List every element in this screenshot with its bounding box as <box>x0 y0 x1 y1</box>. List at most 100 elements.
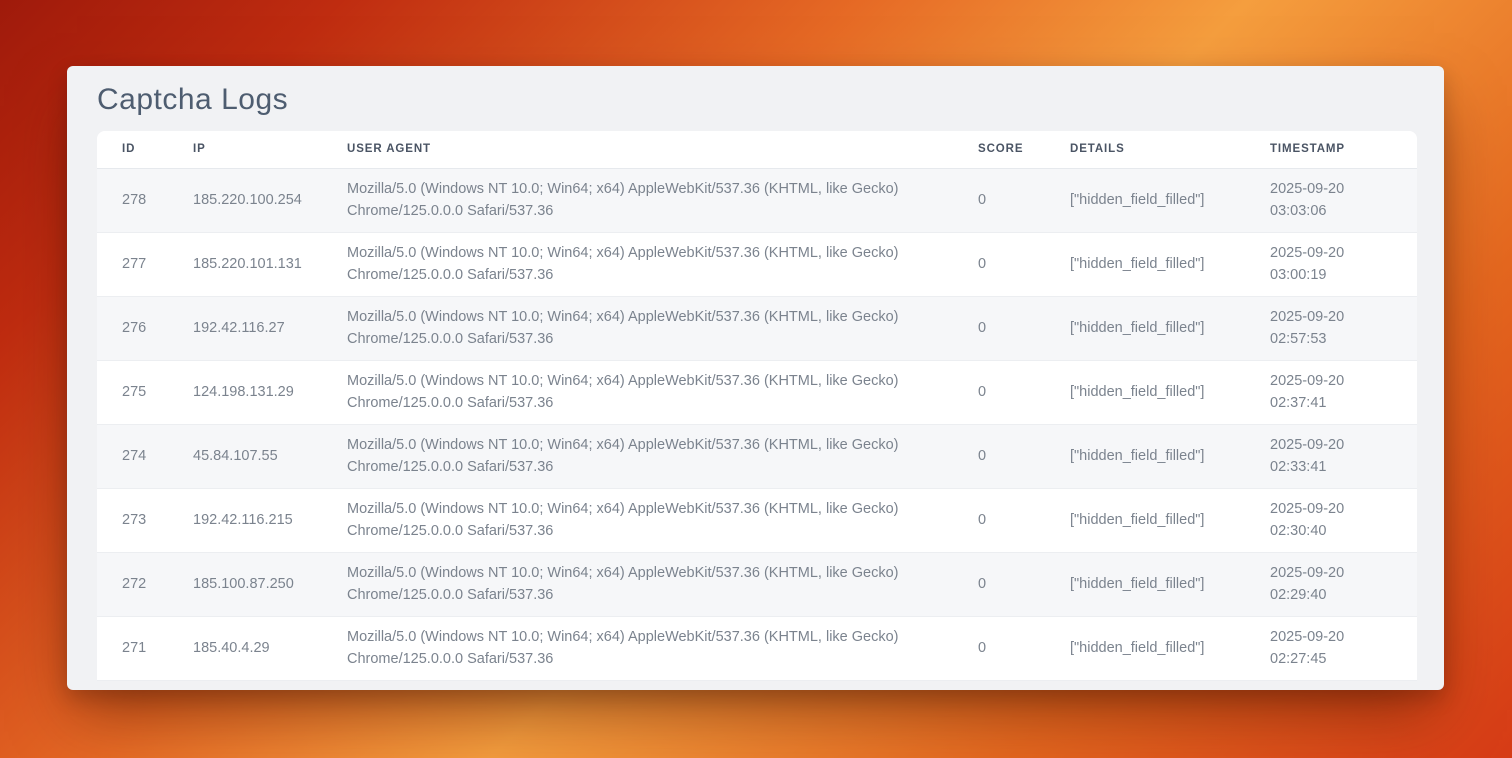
cell-id-text: 275 <box>122 384 146 400</box>
cell-timestamp: 2025-09-20 02:57:53 <box>1245 296 1417 360</box>
cell-timestamp: 2025-09-20 02:37:41 <box>1245 360 1417 424</box>
cell-ip: 192.42.116.215 <box>168 488 322 552</box>
cell-score-text: 0 <box>978 192 986 208</box>
cell-timestamp-text: 2025-09-20 02:37:41 <box>1270 370 1370 414</box>
table-row: 277 185.220.101.131 Mozilla/5.0 (Windows N… <box>97 232 1417 296</box>
column-header-timestamp: TIMESTAMP <box>1245 131 1417 168</box>
cell-user_agent-text: Mozilla/5.0 (Windows NT 10.0; Win64; x64… <box>347 626 943 670</box>
cell-user_agent: Mozilla/5.0 (Windows NT 10.0; Win64; x64… <box>322 360 953 424</box>
cell-id: 277 <box>97 232 168 296</box>
cell-user_agent: Mozilla/5.0 (Windows NT 10.0; Win64; x64… <box>322 168 953 232</box>
cell-timestamp: 2025-09-20 03:00:19 <box>1245 232 1417 296</box>
cell-score: 0 <box>953 168 1045 232</box>
cell-id: 272 <box>97 552 168 616</box>
cell-score-text: 0 <box>978 448 986 464</box>
cell-ip-text: 185.220.100.254 <box>193 192 302 208</box>
table-body: 278 185.220.100.254 Mozilla/5.0 (Windows N… <box>97 168 1417 680</box>
cell-user_agent-text: Mozilla/5.0 (Windows NT 10.0; Win64; x64… <box>347 498 943 542</box>
cell-timestamp-text: 2025-09-20 03:03:06 <box>1270 178 1370 222</box>
cell-ip-text: 185.40.4.29 <box>193 640 270 656</box>
cell-id-text: 273 <box>122 512 146 528</box>
cell-details: ["hidden_field_filled"] <box>1045 616 1245 680</box>
cell-score-text: 0 <box>978 512 986 528</box>
cell-details-text: ["hidden_field_filled"] <box>1070 448 1204 464</box>
table-row: 273 192.42.116.215 Mozilla/5.0 (Windows NT… <box>97 488 1417 552</box>
column-header-user_agent: USER AGENT <box>322 131 953 168</box>
cell-timestamp-text: 2025-09-20 02:29:40 <box>1270 562 1370 606</box>
cell-user_agent-text: Mozilla/5.0 (Windows NT 10.0; Win64; x64… <box>347 242 943 286</box>
cell-score-text: 0 <box>978 576 986 592</box>
cell-id: 273 <box>97 488 168 552</box>
cell-details: ["hidden_field_filled"] <box>1045 488 1245 552</box>
cell-score-text: 0 <box>978 256 986 272</box>
cell-score: 0 <box>953 552 1045 616</box>
cell-id: 274 <box>97 424 168 488</box>
cell-timestamp-text: 2025-09-20 03:00:19 <box>1270 242 1370 286</box>
cell-ip: 45.84.107.55 <box>168 424 322 488</box>
cell-details: ["hidden_field_filled"] <box>1045 168 1245 232</box>
cell-timestamp: 2025-09-20 02:30:40 <box>1245 488 1417 552</box>
table-head: IDIPUSER AGENTSCOREDETAILSTIMESTAMP <box>97 131 1417 168</box>
captcha-logs-card: Captcha Logs IDIPUSER AGENTSCOREDETAILST… <box>67 66 1444 690</box>
cell-id-text: 278 <box>122 192 146 208</box>
cell-ip-text: 185.220.101.131 <box>193 256 302 272</box>
cell-timestamp: 2025-09-20 03:03:06 <box>1245 168 1417 232</box>
cell-score: 0 <box>953 424 1045 488</box>
cell-ip: 124.198.131.29 <box>168 360 322 424</box>
cell-id-text: 272 <box>122 576 146 592</box>
table-row: 274 45.84.107.55 Mozilla/5.0 (Windows NT 1… <box>97 424 1417 488</box>
cell-ip: 185.100.87.250 <box>168 552 322 616</box>
cell-timestamp-text: 2025-09-20 02:30:40 <box>1270 498 1370 542</box>
table-row: 271 185.40.4.29 Mozilla/5.0 (Windows NT 10… <box>97 616 1417 680</box>
cell-user_agent-text: Mozilla/5.0 (Windows NT 10.0; Win64; x64… <box>347 562 943 606</box>
cell-timestamp: 2025-09-20 02:33:41 <box>1245 424 1417 488</box>
cell-ip: 185.220.101.131 <box>168 232 322 296</box>
cell-ip: 185.220.100.254 <box>168 168 322 232</box>
cell-details: ["hidden_field_filled"] <box>1045 296 1245 360</box>
cell-timestamp-text: 2025-09-20 02:27:45 <box>1270 626 1370 670</box>
cell-user_agent-text: Mozilla/5.0 (Windows NT 10.0; Win64; x64… <box>347 178 943 222</box>
cell-score: 0 <box>953 296 1045 360</box>
cell-ip-text: 124.198.131.29 <box>193 384 294 400</box>
cell-details-text: ["hidden_field_filled"] <box>1070 256 1204 272</box>
cell-score-text: 0 <box>978 384 986 400</box>
cell-id: 271 <box>97 616 168 680</box>
cell-ip-text: 192.42.116.27 <box>193 320 285 336</box>
captcha-logs-table: IDIPUSER AGENTSCOREDETAILSTIMESTAMP 278 1… <box>97 131 1417 681</box>
column-header-details: DETAILS <box>1045 131 1245 168</box>
cell-user_agent: Mozilla/5.0 (Windows NT 10.0; Win64; x64… <box>322 424 953 488</box>
cell-user_agent: Mozilla/5.0 (Windows NT 10.0; Win64; x64… <box>322 552 953 616</box>
cell-id-text: 277 <box>122 256 146 272</box>
cell-ip-text: 45.84.107.55 <box>193 448 278 464</box>
cell-timestamp-text: 2025-09-20 02:33:41 <box>1270 434 1370 478</box>
cell-score-text: 0 <box>978 640 986 656</box>
cell-details: ["hidden_field_filled"] <box>1045 232 1245 296</box>
page-title: Captcha Logs <box>97 82 1444 118</box>
cell-id-text: 276 <box>122 320 146 336</box>
cell-user_agent-text: Mozilla/5.0 (Windows NT 10.0; Win64; x64… <box>347 370 943 414</box>
cell-details: ["hidden_field_filled"] <box>1045 360 1245 424</box>
cell-ip-text: 185.100.87.250 <box>193 576 294 592</box>
table-row: 272 185.100.87.250 Mozilla/5.0 (Windows NT… <box>97 552 1417 616</box>
column-header-score: SCORE <box>953 131 1045 168</box>
table-header-row: IDIPUSER AGENTSCOREDETAILSTIMESTAMP <box>97 131 1417 168</box>
cell-timestamp: 2025-09-20 02:27:45 <box>1245 616 1417 680</box>
cell-details: ["hidden_field_filled"] <box>1045 424 1245 488</box>
logs-table-container: IDIPUSER AGENTSCOREDETAILSTIMESTAMP 278 1… <box>97 131 1417 681</box>
cell-user_agent: Mozilla/5.0 (Windows NT 10.0; Win64; x64… <box>322 296 953 360</box>
cell-timestamp-text: 2025-09-20 02:57:53 <box>1270 306 1370 350</box>
cell-details-text: ["hidden_field_filled"] <box>1070 320 1204 336</box>
cell-timestamp: 2025-09-20 02:29:40 <box>1245 552 1417 616</box>
cell-id: 278 <box>97 168 168 232</box>
cell-id-text: 271 <box>122 640 146 656</box>
cell-score: 0 <box>953 488 1045 552</box>
cell-details-text: ["hidden_field_filled"] <box>1070 192 1204 208</box>
table-row: 276 192.42.116.27 Mozilla/5.0 (Windows NT … <box>97 296 1417 360</box>
cell-score: 0 <box>953 616 1045 680</box>
cell-score-text: 0 <box>978 320 986 336</box>
cell-user_agent-text: Mozilla/5.0 (Windows NT 10.0; Win64; x64… <box>347 434 943 478</box>
cell-ip: 192.42.116.27 <box>168 296 322 360</box>
cell-score: 0 <box>953 232 1045 296</box>
table-row: 275 124.198.131.29 Mozilla/5.0 (Windows NT… <box>97 360 1417 424</box>
cell-id: 275 <box>97 360 168 424</box>
